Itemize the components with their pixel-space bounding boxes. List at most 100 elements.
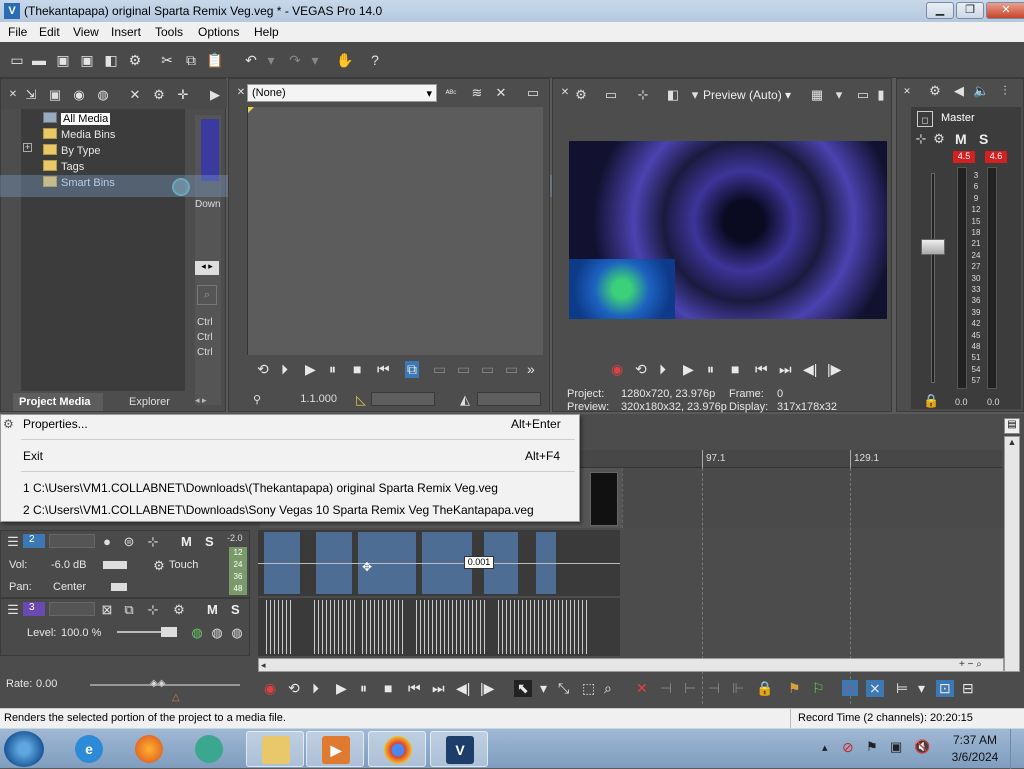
insert-region-icon[interactable]: ⚐ [812, 680, 825, 697]
scroll-left-icon[interactable]: ◂ [261, 660, 266, 671]
trimmer-fx-icon[interactable]: ≋ [469, 85, 485, 101]
level-slider-handle[interactable] [161, 627, 177, 637]
tab-explorer[interactable]: Explorer [123, 393, 193, 411]
stop-icon[interactable]: ■ [731, 361, 739, 377]
pause-icon[interactable]: ⏸ [329, 361, 336, 378]
split-icon[interactable]: ⊩ [732, 680, 744, 697]
track-1-empty[interactable] [622, 468, 1004, 528]
vol-slider[interactable] [103, 561, 127, 569]
add-to-timeline-icon[interactable]: ⧉ [405, 361, 419, 378]
clear-trimmer-icon[interactable]: ✕ [493, 85, 509, 101]
zoom-tool-icon[interactable]: ⌕ [604, 680, 612, 697]
track-2-mute-button[interactable]: M [181, 534, 192, 549]
track-name-field[interactable] [49, 534, 95, 548]
timeline-menu-icon[interactable]: ▤ [1004, 418, 1020, 434]
play-from-start-icon[interactable]: ⏵ [281, 361, 288, 378]
external-monitor-icon[interactable]: ▭ [603, 87, 619, 103]
open-icon[interactable]: ▬ [30, 52, 48, 68]
snapping-icon[interactable]: ∩ [842, 680, 859, 696]
insert-icon[interactable]: ▭ [433, 361, 446, 378]
taskbar-explorer[interactable] [246, 731, 304, 767]
menu-insert[interactable]: Insert [111, 25, 141, 39]
play-from-start-icon[interactable]: ⏵ [659, 361, 666, 378]
previous-frame-icon[interactable]: ◀| [456, 680, 470, 697]
event-strip[interactable] [498, 600, 588, 654]
show-hidden-icons[interactable]: ▴ [822, 741, 828, 754]
whats-this-help-icon[interactable]: ? [366, 52, 384, 68]
loop-icon[interactable]: ⟲ [257, 361, 269, 378]
horizontal-scrollbar[interactable]: ◂ + − ⌕ [258, 658, 1004, 672]
chevron-down-icon[interactable]: ▾ [687, 87, 703, 103]
volume-envelope[interactable] [258, 563, 620, 564]
auto-crossfade-icon[interactable]: ⨯ [866, 680, 884, 697]
pause-icon[interactable]: ⏸ [360, 680, 367, 697]
copy-snapshot-icon[interactable]: ▭ [855, 87, 871, 103]
stop-icon[interactable]: ■ [353, 361, 361, 377]
track-name-field[interactable] [49, 602, 95, 616]
track-2-lane[interactable]: 0.001 ✥ [258, 530, 620, 596]
menu-edit[interactable]: Edit [39, 25, 60, 39]
menu-view[interactable]: View [73, 25, 99, 39]
menu-options[interactable]: Options [198, 25, 239, 39]
volume-muted-icon[interactable]: 🔇 [914, 739, 930, 755]
fx-gear-icon[interactable]: ⚙ [171, 602, 187, 618]
panel-close-icon[interactable]: ✕ [899, 83, 915, 99]
next-frame-icon[interactable]: |▶ [480, 680, 494, 697]
track-fx-icon[interactable]: ⊹ [145, 602, 161, 618]
track-2-header[interactable]: ☰ 2 ● ⊜ ⊹ M S Vol: -6.0 dB ⚙ Touch Pan: … [0, 530, 250, 598]
insert-marker-icon[interactable]: ⚑ [788, 680, 801, 697]
parent-mode-icon[interactable]: ◍ [229, 625, 245, 641]
track-3-mute-button[interactable]: M [207, 602, 218, 617]
play-icon[interactable]: ▶ [336, 680, 347, 697]
lock-icon[interactable]: 🔒 [923, 393, 939, 409]
pan-icon[interactable]: ⊹ [913, 131, 929, 147]
pan-slider[interactable] [111, 583, 127, 591]
track-3-solo-button[interactable]: S [231, 602, 240, 617]
trim-start-icon[interactable]: ⊢ [684, 680, 696, 697]
play-from-start-icon[interactable]: ⏵ [312, 680, 319, 697]
dim-output-icon[interactable]: ◀ [951, 83, 967, 99]
action-center-flag-icon[interactable]: ⚑ [866, 739, 878, 755]
previous-frame-icon[interactable]: ⏮ [377, 361, 390, 378]
track-motion-icon[interactable]: ⊹ [145, 534, 161, 550]
composite-mode-icon[interactable]: ◍ [209, 625, 225, 641]
get-media-icon[interactable]: ◉ [71, 87, 87, 103]
selection-tool-icon[interactable]: ⬚ [582, 680, 595, 697]
go-to-end-icon[interactable]: ⏭ [779, 361, 792, 378]
ripple-edit-icon[interactable]: ⊨ [896, 680, 908, 697]
media-thumbnail[interactable] [201, 119, 219, 181]
lock-icon[interactable]: 🔒 [756, 680, 773, 697]
master-settings-icon[interactable]: ⚙ [927, 83, 943, 99]
save-as-icon[interactable]: ▣ [78, 52, 96, 68]
zoom-in-icon[interactable]: + − ⌕ [959, 659, 982, 670]
master-fader-handle[interactable] [921, 239, 945, 255]
compositing-icon[interactable]: ⊠ [99, 602, 115, 618]
tree-item-all-media[interactable]: All Media [43, 112, 111, 125]
event-strip[interactable] [416, 600, 486, 654]
normal-edit-tool-icon[interactable]: ⬉ [514, 680, 532, 697]
pan-crop-icon[interactable]: ✛ [175, 87, 191, 103]
peak-right[interactable]: 4.6 [985, 151, 1007, 163]
play-media-icon[interactable]: ▶ [207, 87, 223, 103]
more-icon[interactable]: » [527, 361, 535, 377]
split-screen-icon[interactable]: ⊹ [635, 87, 651, 103]
lock-envelopes-icon[interactable]: ⊡ [936, 680, 954, 697]
menu-item-recent-1[interactable]: 1 C:\Users\VM1.COLLABNET\Downloads\(Thek… [23, 481, 498, 495]
scroll-arrows[interactable]: ◂ ▸ [195, 261, 219, 275]
preview-settings-icon[interactable]: ⚙ [573, 87, 589, 103]
taskbar-ie[interactable]: e [60, 731, 118, 767]
taskbar-chrome[interactable] [368, 731, 426, 767]
expand-by-type-icon[interactable]: + [23, 143, 32, 152]
panel-close-icon[interactable]: ✕ [5, 87, 21, 103]
render-icon[interactable]: ◧ [102, 52, 120, 68]
alert-icon[interactable]: ⊘ [842, 739, 854, 756]
color-icon[interactable]: ◍ [189, 625, 205, 641]
copy-icon[interactable]: ⧉ [182, 52, 200, 68]
automation-mode[interactable]: Touch [169, 559, 198, 571]
start-button-icon[interactable] [4, 731, 44, 767]
trim-icon[interactable]: ⊣ [660, 680, 672, 697]
rate-slider-handle[interactable]: ◈◈ [150, 678, 165, 689]
fx-gear-icon[interactable]: ⚙ [931, 131, 947, 147]
loop-icon[interactable]: ⟲ [635, 361, 647, 378]
clock-date[interactable]: 3/6/2024 [950, 750, 1000, 764]
